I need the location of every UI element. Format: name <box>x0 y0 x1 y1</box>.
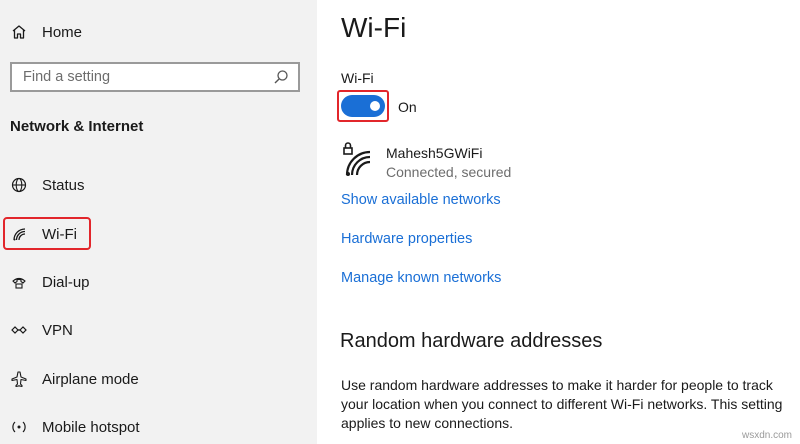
hotspot-icon <box>10 418 28 436</box>
globe-icon <box>10 176 28 194</box>
vpn-icon <box>10 321 28 339</box>
home-icon <box>10 23 28 41</box>
sidebar: Home Network & Internet Status Wi-Fi Dia… <box>0 0 317 444</box>
wifi-toggle-switch[interactable] <box>341 95 385 117</box>
search-input[interactable] <box>23 69 263 85</box>
network-name[interactable]: Mahesh5GWiFi <box>386 145 482 161</box>
wifi-toggle-label: Wi-Fi <box>341 70 374 86</box>
manage-known-networks-link[interactable]: Manage known networks <box>341 270 501 286</box>
search-box[interactable] <box>10 62 300 92</box>
page-title: Wi-Fi <box>341 12 407 43</box>
sidebar-item-wifi[interactable]: Wi-Fi <box>10 221 77 247</box>
airplane-icon <box>10 370 28 388</box>
sidebar-item-status[interactable]: Status <box>10 172 85 198</box>
sidebar-item-mobile-hotspot[interactable]: Mobile hotspot <box>10 414 140 440</box>
nav-home-label: Home <box>42 23 83 41</box>
phone-icon <box>10 273 28 291</box>
sidebar-item-dial-up[interactable]: Dial-up <box>10 269 90 295</box>
secured-wifi-icon[interactable] <box>341 142 373 178</box>
toggle-knob <box>370 101 380 111</box>
section-title: Network & Internet <box>10 118 144 135</box>
sidebar-item-label: Dial-up <box>42 273 90 291</box>
main-panel: Wi-Fi Wi-Fi On Mahesh5GWiFi Connected, s… <box>317 0 800 444</box>
sidebar-item-label: Airplane mode <box>42 370 139 388</box>
random-hw-description: Use random hardware addresses to make it… <box>341 377 783 431</box>
search-icon[interactable] <box>272 68 290 86</box>
wifi-icon <box>10 225 28 243</box>
sidebar-item-label: Mobile hotspot <box>42 418 140 436</box>
sidebar-item-label: Status <box>42 176 85 194</box>
random-hw-title: Random hardware addresses <box>340 330 603 352</box>
nav-home[interactable]: Home <box>10 20 82 44</box>
sidebar-item-label: VPN <box>42 321 73 339</box>
hardware-properties-link[interactable]: Hardware properties <box>341 231 472 247</box>
show-available-networks-link[interactable]: Show available networks <box>341 192 501 208</box>
sidebar-item-airplane-mode[interactable]: Airplane mode <box>10 366 139 392</box>
network-status: Connected, secured <box>386 164 512 180</box>
wifi-toggle-state: On <box>398 99 417 115</box>
watermark: wsxdn.com <box>741 430 792 441</box>
sidebar-item-vpn[interactable]: VPN <box>10 317 73 343</box>
sidebar-item-label: Wi-Fi <box>42 225 77 243</box>
